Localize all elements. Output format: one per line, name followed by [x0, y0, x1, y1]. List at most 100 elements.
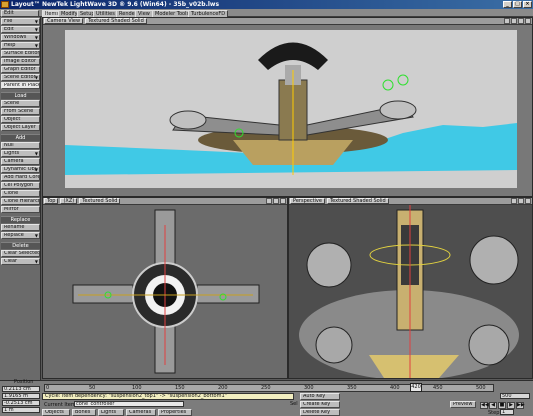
rename-button[interactable]: Rename: [1, 224, 40, 231]
load-from-scene-button[interactable]: From Scene: [1, 108, 40, 115]
scene-editor-button[interactable]: Scene Editor ▼: [1, 74, 40, 81]
stop-icon[interactable]: ■: [498, 402, 506, 409]
tab-turbulencefd[interactable]: TurbulenceFD: [188, 10, 229, 17]
tick-label: 300: [304, 385, 314, 391]
maximize-view-icon[interactable]: [280, 198, 286, 204]
axis-dropdown[interactable]: (XZ): [60, 198, 78, 204]
view-type-dropdown[interactable]: Top: [44, 198, 59, 204]
move-view-icon[interactable]: [266, 198, 272, 204]
current-frame-slider[interactable]: 420: [410, 383, 422, 392]
camera-viewport-header: Camera View Textured Shaded Solid: [43, 18, 532, 25]
add-null-button[interactable]: Null: [1, 142, 40, 149]
add-camera-button[interactable]: Camera: [1, 158, 40, 165]
load-object-layer-button[interactable]: Object Layer: [1, 124, 40, 131]
add-lights-button[interactable]: Lights ▼: [1, 150, 40, 157]
camera-viewport[interactable]: Camera View Textured Shaded Solid: [42, 17, 533, 197]
edit-button[interactable]: Edit ▼: [1, 26, 40, 33]
tick-label: 250: [261, 385, 271, 391]
preview-dropdown[interactable]: Preview: [450, 401, 476, 408]
tick-label: 450: [433, 385, 443, 391]
step-label: Step: [488, 410, 500, 416]
zoom-view-icon[interactable]: [273, 198, 279, 204]
shading-dropdown[interactable]: Textured Shaded Solid: [326, 198, 389, 204]
image-editor-button[interactable]: Image Editor: [1, 58, 40, 65]
dropdown-arrow-icon: ▼: [34, 233, 38, 238]
x-position-field[interactable]: 0.2113 cm: [2, 386, 40, 392]
camera-render-scene: [43, 25, 532, 196]
z-position-field[interactable]: -0.2513 cm: [2, 400, 40, 406]
auto-key-button[interactable]: Auto Key: [300, 393, 340, 400]
tick-label: 400: [390, 385, 400, 391]
cameras-button[interactable]: Cameras: [126, 409, 156, 416]
tab-modeler-tools[interactable]: Modeler Tools: [152, 10, 193, 17]
dropdown-arrow-icon: ▼: [34, 43, 38, 48]
properties-button[interactable]: Properties: [158, 409, 192, 416]
end-frame-field[interactable]: 500: [500, 393, 530, 399]
replace-button[interactable]: Replace ▼: [1, 232, 40, 239]
step-field[interactable]: 1: [500, 409, 514, 415]
top-viewport[interactable]: Top (XZ) Textured Solid: [42, 197, 288, 379]
maximize-view-icon[interactable]: [525, 18, 531, 24]
minimize-button[interactable]: _: [503, 1, 512, 8]
parent-in-place-button[interactable]: Parent in Place: [1, 82, 40, 89]
sidebar: File ▼ Edit ▼ Windows ▼ Help ▼ Surface Edito…: [0, 17, 41, 387]
move-view-icon[interactable]: [511, 198, 517, 204]
lightwave-app-icon: [1, 1, 9, 8]
maximize-view-icon[interactable]: [525, 198, 531, 204]
grid-size-field[interactable]: 1 m: [2, 407, 40, 413]
tick-label: 0: [46, 385, 50, 391]
view-type-dropdown[interactable]: Perspective: [290, 198, 325, 204]
graph-editor-button[interactable]: Graph Editor: [1, 66, 40, 73]
tick-label: 50: [89, 385, 96, 391]
delete-key-button[interactable]: Delete Key: [300, 409, 340, 416]
tab-utilities[interactable]: Utilities: [93, 10, 118, 17]
load-section-header: Load: [1, 92, 40, 99]
move-view-icon[interactable]: [504, 18, 510, 24]
add-dynamic-obj-button[interactable]: Dynamic Obj ▼: [1, 166, 40, 173]
rewind-icon[interactable]: ◀◀: [480, 402, 489, 409]
perspective-viewport[interactable]: Perspective Textured Shaded Solid: [288, 197, 533, 379]
file-menu-button[interactable]: File ▼: [1, 18, 40, 25]
tab-view[interactable]: View: [135, 10, 153, 17]
windows-menu-button[interactable]: Windows ▼: [1, 34, 40, 41]
shading-dropdown[interactable]: Textured Shaded Solid: [85, 18, 147, 24]
dropdown-arrow-icon: ▼: [34, 75, 38, 80]
surface-editor-button[interactable]: Surface Editor: [1, 50, 40, 57]
load-object-button[interactable]: Object: [1, 116, 40, 123]
rotate-view-icon[interactable]: [511, 18, 517, 24]
current-item-dropdown[interactable]: cone_controller: [74, 401, 184, 407]
play-back-icon[interactable]: ◀: [489, 402, 497, 409]
bones-button[interactable]: Bones: [72, 409, 96, 416]
add-hard-core-button[interactable]: Add Hard Core: [1, 174, 40, 181]
play-forward-icon[interactable]: ▶: [507, 402, 515, 409]
position-label: Position: [14, 379, 34, 385]
window-title: Layout™ NewTek LightWave 3D ® 9.6 (Win64…: [11, 1, 220, 8]
edit-menu-button[interactable]: Edit: [1, 10, 39, 17]
close-button[interactable]: ×: [523, 1, 532, 8]
y-position-field[interactable]: 1.9165 m: [2, 393, 40, 399]
dropdown-arrow-icon: ▼: [34, 27, 38, 32]
clear-selected-button[interactable]: Clear Selected: [1, 250, 40, 257]
maximize-button[interactable]: □: [513, 1, 522, 8]
title-bar: Layout™ NewTek LightWave 3D ® 9.6 (Win64…: [0, 0, 533, 9]
create-key-button[interactable]: Create Key: [300, 401, 340, 408]
load-scene-button[interactable]: Scene: [1, 100, 40, 107]
shading-dropdown[interactable]: Textured Solid: [79, 198, 121, 204]
add-section-header: Add: [1, 134, 40, 141]
clone-button[interactable]: Clone: [1, 190, 40, 197]
objects-dropdown[interactable]: Objects: [42, 409, 70, 416]
clear-button[interactable]: Clear ▼: [1, 258, 40, 265]
help-menu-button[interactable]: Help ▼: [1, 42, 40, 49]
tab-bar: Edit Items Modify Setup Utilities Render…: [0, 9, 533, 17]
tick-label: 350: [347, 385, 357, 391]
lights-button[interactable]: Lights: [98, 409, 124, 416]
zoom-view-icon[interactable]: [518, 18, 524, 24]
top-view-scene: [43, 205, 287, 378]
fast-forward-icon[interactable]: ▶▶: [516, 402, 525, 409]
view-type-dropdown[interactable]: Camera View: [44, 18, 84, 24]
cel-polygon-button[interactable]: Cel Polygon: [1, 182, 40, 189]
mirror-button[interactable]: Mirror: [1, 206, 40, 213]
rotate-view-icon[interactable]: [518, 198, 524, 204]
perspective-scene: [289, 205, 532, 378]
clone-hierarchy-button[interactable]: Clone Hierarchy: [1, 198, 40, 205]
